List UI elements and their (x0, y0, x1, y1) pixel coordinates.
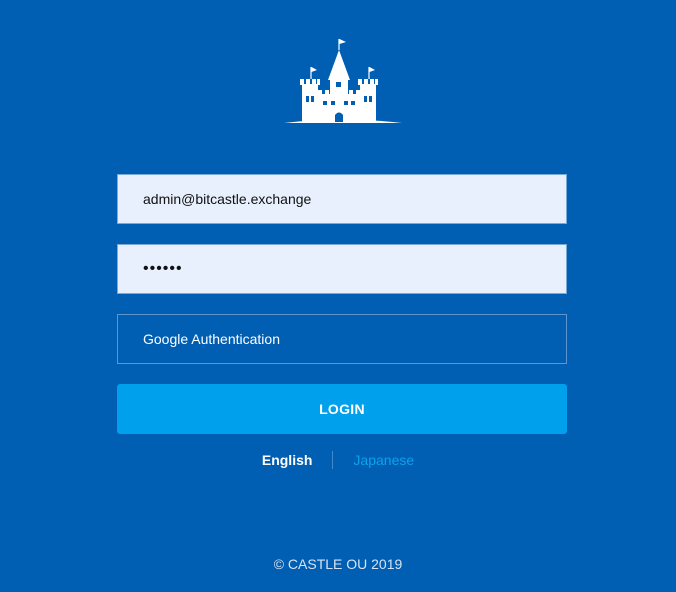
castle-icon (284, 39, 402, 123)
language-switcher: English Japanese (0, 450, 676, 470)
email-field[interactable] (117, 174, 567, 224)
login-button[interactable]: LOGIN (117, 384, 567, 434)
login-page: LOGIN English Japanese © CASTLE OU 2019 (0, 0, 676, 592)
google-authentication-field[interactable] (117, 314, 567, 364)
footer-copyright: © CASTLE OU 2019 (273, 556, 403, 572)
language-english-link[interactable]: English (262, 452, 333, 468)
password-field[interactable] (117, 244, 567, 294)
language-japanese-link[interactable]: Japanese (333, 452, 414, 468)
